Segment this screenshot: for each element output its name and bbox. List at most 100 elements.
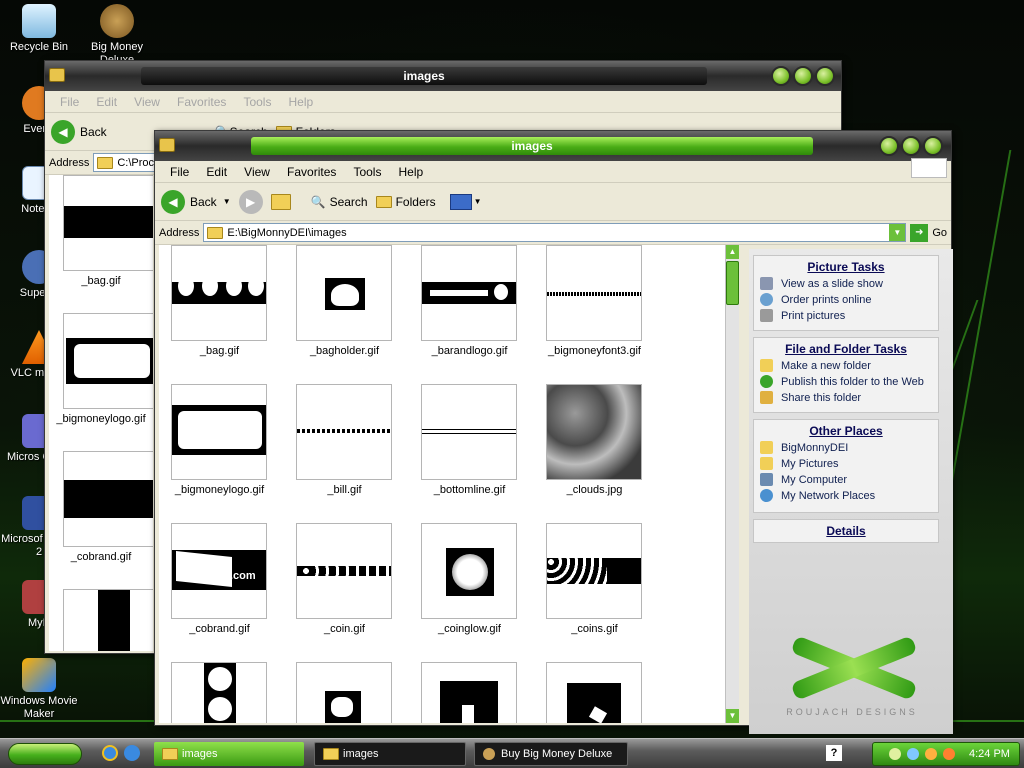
front-explorer-window[interactable]: images File Edit View Favorites Tools He…	[154, 130, 953, 734]
file-name[interactable]: _barandlogo.gif	[407, 345, 532, 357]
slide-show-link[interactable]: View as a slide show	[754, 276, 938, 292]
minimize-button[interactable]	[879, 136, 899, 156]
scroll-thumb[interactable]	[726, 261, 739, 305]
up-folder-button[interactable]	[270, 193, 295, 210]
thumbnail[interactable]	[171, 245, 267, 341]
taskbar-button-images[interactable]: images	[314, 742, 466, 766]
scroll-up-button[interactable]: ▲	[726, 245, 739, 259]
publish-web-link[interactable]: Publish this folder to the Web	[754, 374, 938, 390]
back-button[interactable]: ◀ Back	[51, 119, 107, 144]
file-name[interactable]: _bigmoneyfont3.gif	[532, 345, 657, 357]
tray-icon[interactable]	[907, 748, 919, 760]
menu-file[interactable]: File	[163, 161, 196, 183]
file-name[interactable]: _bag.gif	[49, 275, 153, 287]
menu-edit[interactable]: Edit	[89, 91, 124, 113]
scroll-down-button[interactable]: ▼	[726, 709, 739, 723]
print-pictures-link[interactable]: Print pictures	[754, 308, 938, 324]
place-my-computer-link[interactable]: My Computer	[754, 472, 938, 488]
file-name[interactable]: _coinglow.gif	[407, 623, 532, 635]
thumbnail[interactable]	[296, 384, 392, 480]
thumbnail[interactable]	[546, 384, 642, 480]
file-name[interactable]: _bigmoneylogo.gif	[159, 484, 282, 496]
thumbnail[interactable]: .com	[171, 523, 267, 619]
share-folder-link[interactable]: Share this folder	[754, 390, 938, 406]
file-name[interactable]: _cobrand.gif	[49, 551, 153, 563]
forward-button[interactable]: ▶	[238, 189, 263, 214]
title-bar[interactable]: images	[45, 61, 841, 91]
search-button[interactable]: 🔍 Search	[311, 195, 368, 209]
menu-edit[interactable]: Edit	[199, 161, 234, 183]
vertical-scrollbar[interactable]: ▲ ▼	[725, 245, 739, 723]
start-button[interactable]	[8, 743, 82, 765]
go-button[interactable]: ➜ Go	[910, 223, 947, 242]
thumbnail[interactable]	[421, 662, 517, 723]
maximize-button[interactable]	[901, 136, 921, 156]
thumbnail[interactable]	[421, 523, 517, 619]
file-folder-tasks-heading[interactable]: File and Folder Tasks	[754, 338, 938, 358]
title-bar[interactable]: images	[155, 131, 951, 161]
place-my-pictures-link[interactable]: My Pictures	[754, 456, 938, 472]
menu-help[interactable]: Help	[282, 91, 321, 113]
file-name[interactable]: _bagholder.gif	[282, 345, 407, 357]
menu-file[interactable]: File	[53, 91, 86, 113]
desktop-icon-recycle-bin[interactable]: Recycle Bin	[0, 4, 78, 54]
thumbnail[interactable]	[63, 175, 153, 271]
tray-icon[interactable]	[925, 748, 937, 760]
place-network-link[interactable]: My Network Places	[754, 488, 938, 504]
menu-tools[interactable]: Tools	[236, 91, 278, 113]
thumbnail[interactable]	[63, 313, 153, 409]
thumbnail[interactable]	[63, 589, 153, 651]
file-name[interactable]: _bigmoneylogo.gif	[49, 413, 153, 425]
thumbnail[interactable]	[296, 662, 392, 723]
thumbnail[interactable]	[421, 384, 517, 480]
picture-tasks-heading[interactable]: Picture Tasks	[754, 256, 938, 276]
menu-view[interactable]: View	[127, 91, 167, 113]
thumbnail[interactable]	[546, 245, 642, 341]
file-name[interactable]: _bottomline.gif	[407, 484, 532, 496]
thumbnail[interactable]	[421, 245, 517, 341]
taskbar-button-big-money[interactable]: Buy Big Money Deluxe	[474, 742, 628, 766]
taskbar-button-images-active[interactable]: images	[154, 742, 304, 766]
address-input[interactable]: C:\Proc	[93, 153, 156, 172]
desktop-icon-big-money[interactable]: Big Money Deluxe	[78, 4, 156, 67]
clock[interactable]: 4:24 PM	[969, 747, 1010, 762]
details-heading[interactable]: Details	[754, 520, 938, 540]
place-bigmonnydei-link[interactable]: BigMonnyDEI	[754, 440, 938, 456]
views-button[interactable]: ▼	[449, 193, 482, 210]
ie-icon[interactable]	[102, 745, 118, 761]
thumbnail[interactable]	[546, 662, 642, 723]
folders-button[interactable]: Folders	[375, 195, 436, 209]
thumbnail[interactable]	[63, 451, 153, 547]
desktop-icon-movie-maker[interactable]: Windows Movie Maker	[0, 658, 78, 721]
file-name[interactable]: _clouds.jpg	[532, 484, 657, 496]
file-name[interactable]: _bill.gif	[282, 484, 407, 496]
ie-icon[interactable]	[124, 745, 140, 761]
menu-tools[interactable]: Tools	[346, 161, 388, 183]
back-button[interactable]: ◀ Back ▼	[161, 189, 231, 214]
file-name[interactable]: _cobrand.gif	[159, 623, 282, 635]
thumbnail[interactable]	[296, 523, 392, 619]
thumbnail[interactable]	[546, 523, 642, 619]
file-name[interactable]: _coin.gif	[282, 623, 407, 635]
address-dropdown-button[interactable]: ▼	[889, 224, 906, 241]
thumbnail[interactable]	[171, 384, 267, 480]
file-name[interactable]: _bag.gif	[159, 345, 282, 357]
file-name[interactable]: _coins.gif	[532, 623, 657, 635]
close-button[interactable]	[923, 136, 943, 156]
address-input[interactable]: E:\BigMonnyDEI\images ▼	[203, 223, 907, 242]
minimize-button[interactable]	[771, 66, 791, 86]
menu-favorites[interactable]: Favorites	[170, 91, 233, 113]
thumbnail[interactable]	[171, 662, 267, 723]
new-folder-link[interactable]: Make a new folder	[754, 358, 938, 374]
help-icon[interactable]: ?	[826, 745, 842, 761]
menu-help[interactable]: Help	[392, 161, 431, 183]
thumbnail[interactable]	[296, 245, 392, 341]
close-button[interactable]	[815, 66, 835, 86]
other-places-heading[interactable]: Other Places	[754, 420, 938, 440]
menu-view[interactable]: View	[237, 161, 277, 183]
tray-icon[interactable]	[889, 748, 901, 760]
tray-icon[interactable]	[943, 748, 955, 760]
maximize-button[interactable]	[793, 66, 813, 86]
order-prints-link[interactable]: Order prints online	[754, 292, 938, 308]
menu-favorites[interactable]: Favorites	[280, 161, 343, 183]
